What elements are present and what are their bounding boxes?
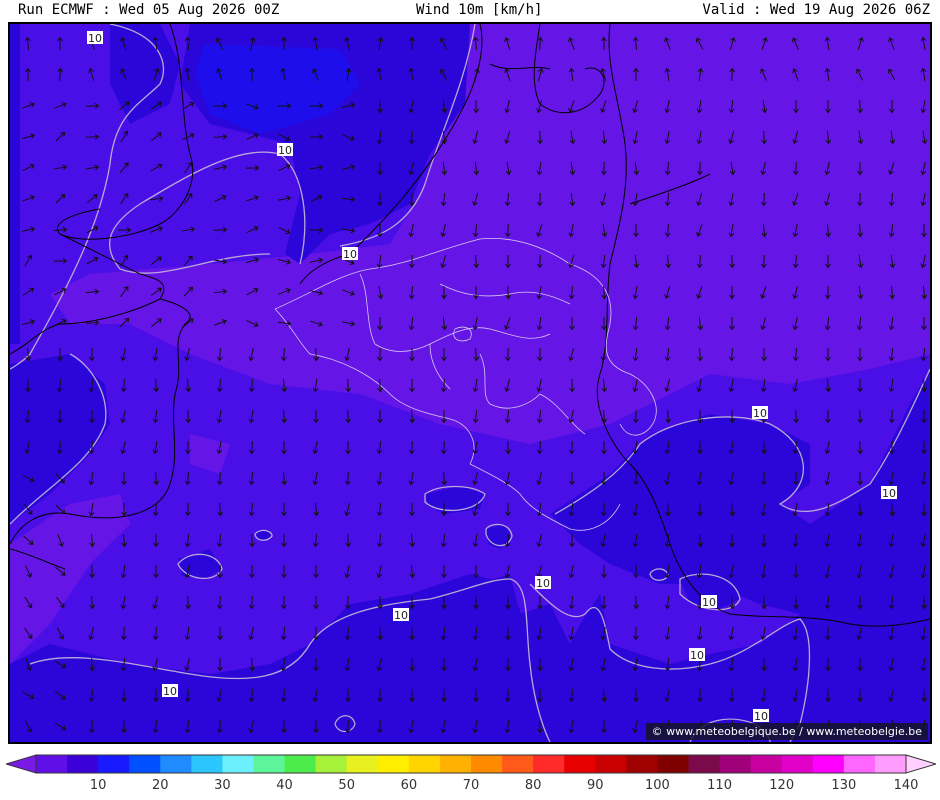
colorbar-swatch — [719, 755, 752, 773]
run-label: Run ECMWF : Wed 05 Aug 2026 00Z — [18, 2, 280, 18]
colorbar-tick: 40 — [276, 778, 293, 793]
colorbar-tick: 130 — [831, 778, 857, 793]
colorbar-tick: 30 — [214, 778, 231, 793]
valid-label: Valid : Wed 19 Aug 2026 06Z — [702, 2, 930, 18]
colorbar-swatch — [408, 755, 441, 773]
colorbar-swatch — [377, 755, 410, 773]
colorbar-swatch — [129, 755, 161, 773]
contour-label: 10 — [881, 486, 897, 500]
colorbar-swatch — [191, 755, 223, 773]
colorbar-tick: 90 — [587, 778, 604, 793]
colorbar-tick: 120 — [769, 778, 795, 793]
contour-label-text: 10 — [163, 685, 177, 698]
colorbar-swatch — [750, 755, 783, 773]
contour-label-text: 10 — [882, 487, 896, 500]
contour-label-text: 10 — [88, 32, 102, 45]
field-label: Wind 10m [km/h] — [416, 2, 543, 18]
contour-label-text: 10 — [754, 710, 768, 723]
contour-label-text: 10 — [753, 407, 767, 420]
wind-speed-fill — [10, 24, 930, 742]
contour-label-text: 10 — [343, 248, 357, 261]
wind-map: 10 10 10 10 10 10 10 10 10 10 10 © www.meteobelgiq… — [8, 22, 932, 744]
colorbar-swatch — [471, 755, 503, 773]
colorbar-swatch — [222, 755, 254, 773]
colorbar-swatch — [843, 755, 876, 773]
contour-label-text: 10 — [394, 609, 408, 622]
colorbar-swatch — [346, 755, 379, 773]
contour-label: 10 — [752, 406, 768, 420]
weak-wind-area — [10, 24, 20, 344]
colorbar-swatch — [67, 755, 99, 773]
contour-label-text: 10 — [536, 577, 550, 590]
colorbar-swatch — [812, 755, 845, 773]
colorbar — [6, 754, 936, 774]
colorbar-swatch — [657, 755, 689, 773]
colorbar-tick: 20 — [152, 778, 169, 793]
colorbar-swatch — [781, 755, 814, 773]
colorbar-swatch — [533, 755, 565, 773]
wind-map-canvas: 10 10 10 10 10 10 10 10 10 10 10 — [10, 24, 930, 742]
contour-label: 10 — [393, 608, 409, 622]
colorbar-tick-labels: 102030405060708090100110120130140150 — [0, 778, 940, 798]
colorbar-swatch — [98, 755, 130, 773]
colorbar-tick: 100 — [645, 778, 670, 793]
contour-label: 10 — [689, 648, 705, 662]
contour-label-text: 10 — [278, 144, 292, 157]
colorbar-tick: 50 — [338, 778, 355, 793]
colorbar-swatch — [284, 755, 317, 773]
colorbar-swatch — [439, 755, 472, 773]
colorbar-tick: 80 — [524, 778, 542, 793]
colorbar-tick: 10 — [89, 778, 107, 793]
contour-label-text: 10 — [690, 649, 704, 662]
colorbar-tick: 140 — [893, 778, 919, 793]
contour-label: 10 — [342, 247, 358, 261]
credit-watermark: © www.meteobelgique.be / www.meteobelgie… — [645, 723, 928, 740]
contour-label: 10 — [701, 595, 717, 609]
colorbar-swatch — [315, 755, 348, 773]
colorbar-swatch — [36, 755, 68, 773]
contour-label: 10 — [535, 576, 551, 590]
colorbar-tick: 60 — [400, 778, 418, 793]
colorbar-swatch — [874, 755, 907, 773]
colorbar-min-arrow — [6, 754, 37, 774]
colorbar-tick: 110 — [707, 778, 732, 793]
colorbar-swatch — [160, 755, 192, 773]
colorbar-swatch — [253, 755, 286, 773]
contour-label: 10 — [753, 709, 769, 723]
colorbar-swatch — [502, 755, 534, 773]
colorbar-swatch — [626, 755, 658, 773]
colorbar-swatch — [564, 755, 596, 773]
contour-label-text: 10 — [702, 596, 716, 609]
colorbar-max-arrow — [905, 754, 936, 774]
colorbar-tick: 70 — [462, 778, 480, 793]
colorbar-swatch — [595, 755, 627, 773]
contour-label: 10 — [277, 143, 293, 157]
colorbar-swatch — [688, 755, 721, 773]
contour-label: 10 — [162, 684, 178, 698]
contour-label: 10 — [87, 31, 103, 45]
